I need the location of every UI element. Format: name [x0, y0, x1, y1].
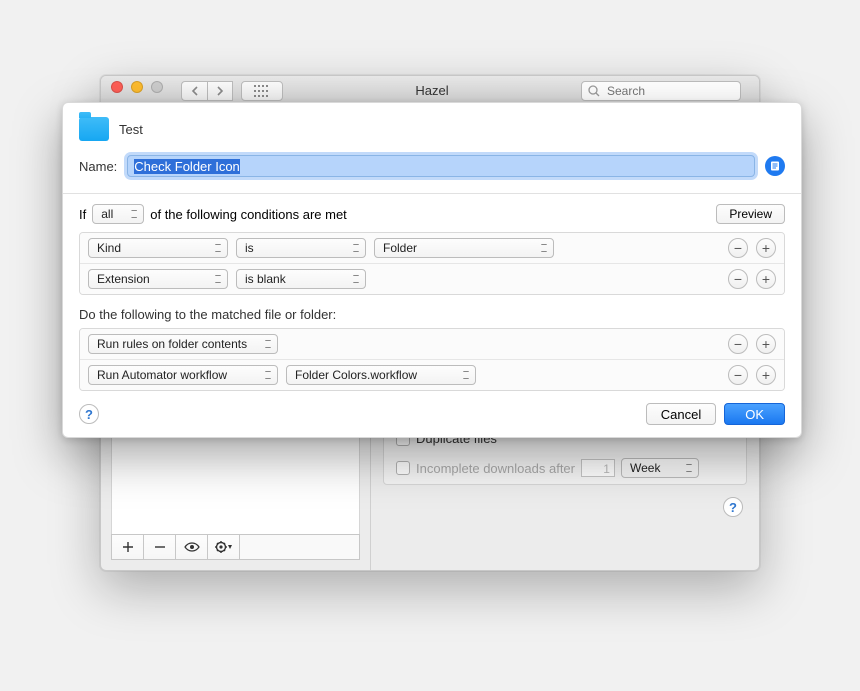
plus-icon: [122, 541, 134, 553]
condition-value-popup[interactable]: Folder: [374, 238, 554, 258]
conditions-block: Kind is Folder − + Extension is blank − …: [79, 232, 785, 295]
folder-header: Test: [79, 117, 785, 141]
incomplete-downloads-unit[interactable]: Week: [621, 458, 699, 478]
zoom-window-icon[interactable]: [151, 81, 163, 93]
close-window-icon[interactable]: [111, 81, 123, 93]
window-title: Hazel: [283, 83, 581, 98]
plus-icon: +: [762, 337, 770, 351]
incomplete-downloads-value[interactable]: 1: [581, 459, 615, 477]
remove-action-button[interactable]: −: [728, 365, 748, 385]
help-icon: ?: [729, 500, 737, 515]
condition-operator-label: is blank: [245, 272, 286, 286]
condition-value-label: Folder: [383, 241, 417, 255]
action-row: Run rules on folder contents − +: [80, 329, 784, 360]
grid-view-button[interactable]: [241, 81, 283, 101]
help-icon: ?: [85, 407, 93, 422]
conditions-header: If all of the following conditions are m…: [79, 204, 785, 224]
condition-attribute-label: Kind: [97, 241, 121, 255]
help-button[interactable]: ?: [723, 497, 743, 517]
action-type-popup[interactable]: Run rules on folder contents: [88, 334, 278, 354]
condition-operator-popup[interactable]: is blank: [236, 269, 366, 289]
gear-icon: [215, 541, 233, 553]
ok-button[interactable]: OK: [724, 403, 785, 425]
search-input[interactable]: [605, 83, 734, 99]
folder-icon: [79, 117, 109, 141]
cond-scope-label: all: [101, 207, 113, 221]
throw-away-incomplete-row: Incomplete downloads after 1 Week: [384, 452, 746, 484]
search-field[interactable]: [581, 81, 741, 101]
cancel-button-label: Cancel: [661, 407, 701, 422]
add-condition-button[interactable]: +: [756, 238, 776, 258]
search-icon: [588, 85, 600, 97]
minus-icon: −: [734, 368, 742, 382]
rules-list-toolbar: [111, 534, 360, 560]
action-row: Run Automator workflow Folder Colors.wor…: [80, 360, 784, 390]
condition-attribute-popup[interactable]: Extension: [88, 269, 228, 289]
preview-button-label: Preview: [729, 207, 772, 221]
remove-condition-button[interactable]: −: [728, 238, 748, 258]
toolbar-spacer: [240, 535, 359, 559]
sheet-footer: ? Cancel OK: [79, 403, 785, 425]
plus-icon: +: [762, 272, 770, 286]
condition-row: Extension is blank − +: [80, 264, 784, 294]
right-footer: ?: [383, 497, 747, 517]
add-action-button[interactable]: +: [756, 334, 776, 354]
condition-attribute-label: Extension: [97, 272, 150, 286]
note-icon: [769, 160, 781, 172]
chevron-left-icon: [191, 86, 199, 96]
incomplete-downloads-unit-label: Week: [630, 461, 660, 475]
condition-operator-popup[interactable]: is: [236, 238, 366, 258]
minus-icon: [154, 541, 166, 553]
rule-actions-menu[interactable]: [208, 535, 240, 559]
grid-icon: [254, 85, 270, 97]
ok-button-label: OK: [745, 407, 764, 422]
plus-icon: +: [762, 368, 770, 382]
cancel-button[interactable]: Cancel: [646, 403, 716, 425]
cond-suffix: of the following conditions are met: [150, 207, 347, 222]
minus-icon: −: [734, 337, 742, 351]
sheet-help-button[interactable]: ?: [79, 404, 99, 424]
nav-forward-button[interactable]: [207, 81, 233, 101]
rule-editor-sheet: Test Name: If all of the following condi…: [62, 102, 802, 438]
rule-name-input[interactable]: [127, 155, 755, 177]
minimize-window-icon[interactable]: [131, 81, 143, 93]
action-type-popup[interactable]: Run Automator workflow: [88, 365, 278, 385]
eye-icon: [184, 542, 200, 552]
actions-header: Do the following to the matched file or …: [79, 307, 785, 322]
remove-condition-button[interactable]: −: [728, 269, 748, 289]
remove-rule-button[interactable]: [144, 535, 176, 559]
cond-scope-popup[interactable]: all: [92, 204, 144, 224]
traffic-lights: [111, 81, 163, 93]
minus-icon: −: [734, 241, 742, 255]
action-type-label: Run Automator workflow: [97, 368, 227, 382]
incomplete-downloads-label: Incomplete downloads after: [416, 461, 575, 476]
action-param-label: Folder Colors.workflow: [295, 368, 417, 382]
preview-button[interactable]: Preview: [716, 204, 785, 224]
add-rule-button[interactable]: [112, 535, 144, 559]
rule-name-label: Name:: [79, 159, 117, 174]
rule-name-row: Name:: [79, 155, 785, 177]
add-condition-button[interactable]: +: [756, 269, 776, 289]
cond-prefix: If: [79, 207, 86, 222]
rule-notes-button[interactable]: [765, 156, 785, 176]
chevron-right-icon: [216, 86, 224, 96]
preview-rule-button[interactable]: [176, 535, 208, 559]
condition-row: Kind is Folder − +: [80, 233, 784, 264]
remove-action-button[interactable]: −: [728, 334, 748, 354]
incomplete-downloads-checkbox[interactable]: [396, 461, 410, 475]
condition-attribute-popup[interactable]: Kind: [88, 238, 228, 258]
folder-name: Test: [119, 122, 143, 137]
actions-block: Run rules on folder contents − + Run Aut…: [79, 328, 785, 391]
nav-back-forward: [181, 81, 283, 101]
action-param-popup[interactable]: Folder Colors.workflow: [286, 365, 476, 385]
add-action-button[interactable]: +: [756, 365, 776, 385]
plus-icon: +: [762, 241, 770, 255]
nav-back-button[interactable]: [181, 81, 207, 101]
action-type-label: Run rules on folder contents: [97, 337, 247, 351]
minus-icon: −: [734, 272, 742, 286]
condition-operator-label: is: [245, 241, 254, 255]
